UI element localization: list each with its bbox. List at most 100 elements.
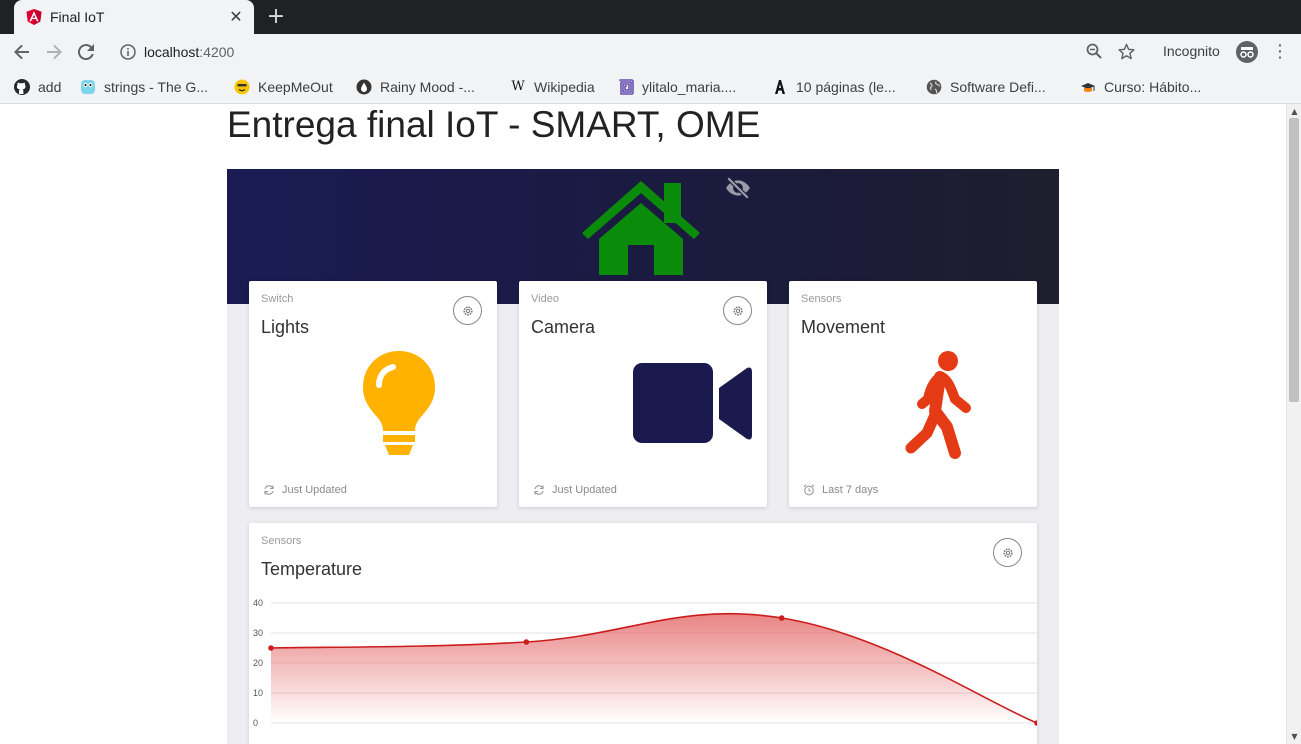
chart-data-point[interactable] [1034,720,1037,726]
card-footer: Just Updated [263,484,347,496]
refresh-icon [534,485,544,495]
home-icon [582,181,700,275]
card-footer: Just Updated [533,484,617,496]
scroll-up-arrow-icon[interactable]: ▲ [1290,107,1299,116]
bookmark-item[interactable]: strings - The G... [80,77,208,97]
y-tick-label: 30 [253,628,263,638]
bookmark-item[interactable]: KeepMeOut [234,77,333,97]
tab-title: Final IoT [50,9,105,25]
bookmark-item[interactable]: W Wikipedia [510,77,595,97]
footer-text: Just Updated [282,484,347,496]
chart-data-point[interactable] [523,639,530,645]
bookmark-label: Rainy Mood -... [380,79,475,95]
card-category: Video [531,293,559,305]
y-tick-label: 20 [253,658,263,668]
square-spiral-icon [619,79,634,95]
bookmark-label: add [38,79,62,95]
card-category: Sensors [261,535,302,547]
chart-area-fill [271,613,1037,723]
gear-icon [1002,547,1013,558]
card-title: Camera [531,317,596,337]
card-title: Lights [261,317,310,337]
y-tick-label: 40 [253,598,263,608]
back-button[interactable] [12,42,32,62]
bookmark-label: Software Defi... [950,79,1046,95]
github-icon [14,79,30,95]
info-icon [120,44,136,60]
card-footer: Last 7 days [803,484,878,496]
gear-icon [732,305,743,316]
visibility-off-icon[interactable] [725,177,751,199]
scroll-down-arrow-icon[interactable]: ▼ [1290,732,1299,741]
card-category: Sensors [801,293,842,305]
graduation-icon [1081,83,1095,92]
movement-card[interactable]: Sensors Movement Last 7 days [789,281,1037,507]
wikipedia-icon: W [511,79,525,94]
url-port: :4200 [199,44,235,60]
chart-data-point[interactable] [268,645,274,651]
page-scrollbar[interactable]: ▲ ▼ [1286,104,1301,744]
profile-label: Incognito [1163,43,1220,59]
gear-icon [462,305,473,316]
a-letter-icon [775,80,785,94]
forward-button[interactable] [44,42,64,62]
arrow-left-icon [14,44,29,60]
videocam-icon [633,363,752,443]
bookmark-item[interactable]: ylitalo_maria.... [618,77,736,97]
arrow-right-icon [47,44,62,60]
magnifier-icon [1086,43,1102,59]
bookmark-item[interactable]: add [14,77,61,97]
card-category: Switch [261,293,294,305]
bookmark-label: 10 páginas (le... [796,79,896,95]
new-tab-button[interactable]: + [266,6,286,28]
star-icon [1117,43,1135,59]
settings-button[interactable] [723,296,752,325]
close-tab-icon[interactable]: ✕ [228,9,244,25]
zoom-button[interactable] [1085,42,1103,60]
card-title: Temperature [261,559,363,579]
lightbulb-icon [363,351,435,455]
browser-toolbar: localhost:4200 Incognito ⋮ [0,34,1301,70]
y-tick-label: 10 [253,688,263,698]
bookmark-star-button[interactable] [1117,42,1135,60]
alarm-clock-icon [803,484,815,496]
browser-tab[interactable]: Final IoT ✕ [14,0,254,34]
walking-person-icon [905,351,971,459]
footer-text: Last 7 days [822,484,879,496]
temperature-chart: 0 10 20 30 40 [253,598,1037,728]
address-bar[interactable]: localhost:4200 [108,38,1148,66]
bookmark-label: KeepMeOut [258,79,333,95]
y-tick-label: 0 [253,718,258,728]
scroll-thumb[interactable] [1289,118,1299,402]
temperature-card[interactable]: Sensors Temperature 0 10 20 30 40 [249,523,1037,744]
smiley-icon [234,79,250,95]
menu-icon[interactable]: ⋮ [1271,42,1289,62]
lights-card[interactable]: Switch Lights Just Updated [249,281,497,507]
refresh-icon [264,485,274,495]
incognito-icon[interactable] [1236,41,1258,63]
reload-button[interactable] [76,42,96,62]
settings-button[interactable] [993,538,1022,567]
footer-text: Just Updated [552,484,617,496]
bookmark-label: ylitalo_maria.... [642,79,737,95]
bookmark-item[interactable]: Rainy Mood -... [356,77,475,97]
tab-strip: Final IoT ✕ + [0,0,1301,34]
gopher-icon [81,80,95,94]
bookmark-item[interactable]: Curso: Hábito... [1080,77,1201,97]
angular-icon [26,9,42,25]
bookmark-item[interactable]: Software Defi... [926,77,1046,97]
settings-button[interactable] [453,296,482,325]
camera-card[interactable]: Video Camera Just Updated [519,281,767,507]
page-viewport: Entrega final IoT - SMART, OME Switch Li… [0,104,1286,744]
globe-icon [926,79,942,95]
url-host: localhost [144,44,200,60]
bookmark-label: Wikipedia [534,79,595,95]
bookmarks-bar: add strings - The G... KeepMeOut Rainy M… [0,70,1301,104]
bookmark-item[interactable]: 10 páginas (le... [772,77,896,97]
bookmark-label: Curso: Hábito... [1104,79,1202,95]
bookmark-label: strings - The G... [104,79,208,95]
page-title: Entrega final IoT - SMART, OME [227,104,761,145]
reload-icon [78,44,94,60]
raindrop-icon [356,79,372,95]
chart-data-point[interactable] [778,615,785,621]
